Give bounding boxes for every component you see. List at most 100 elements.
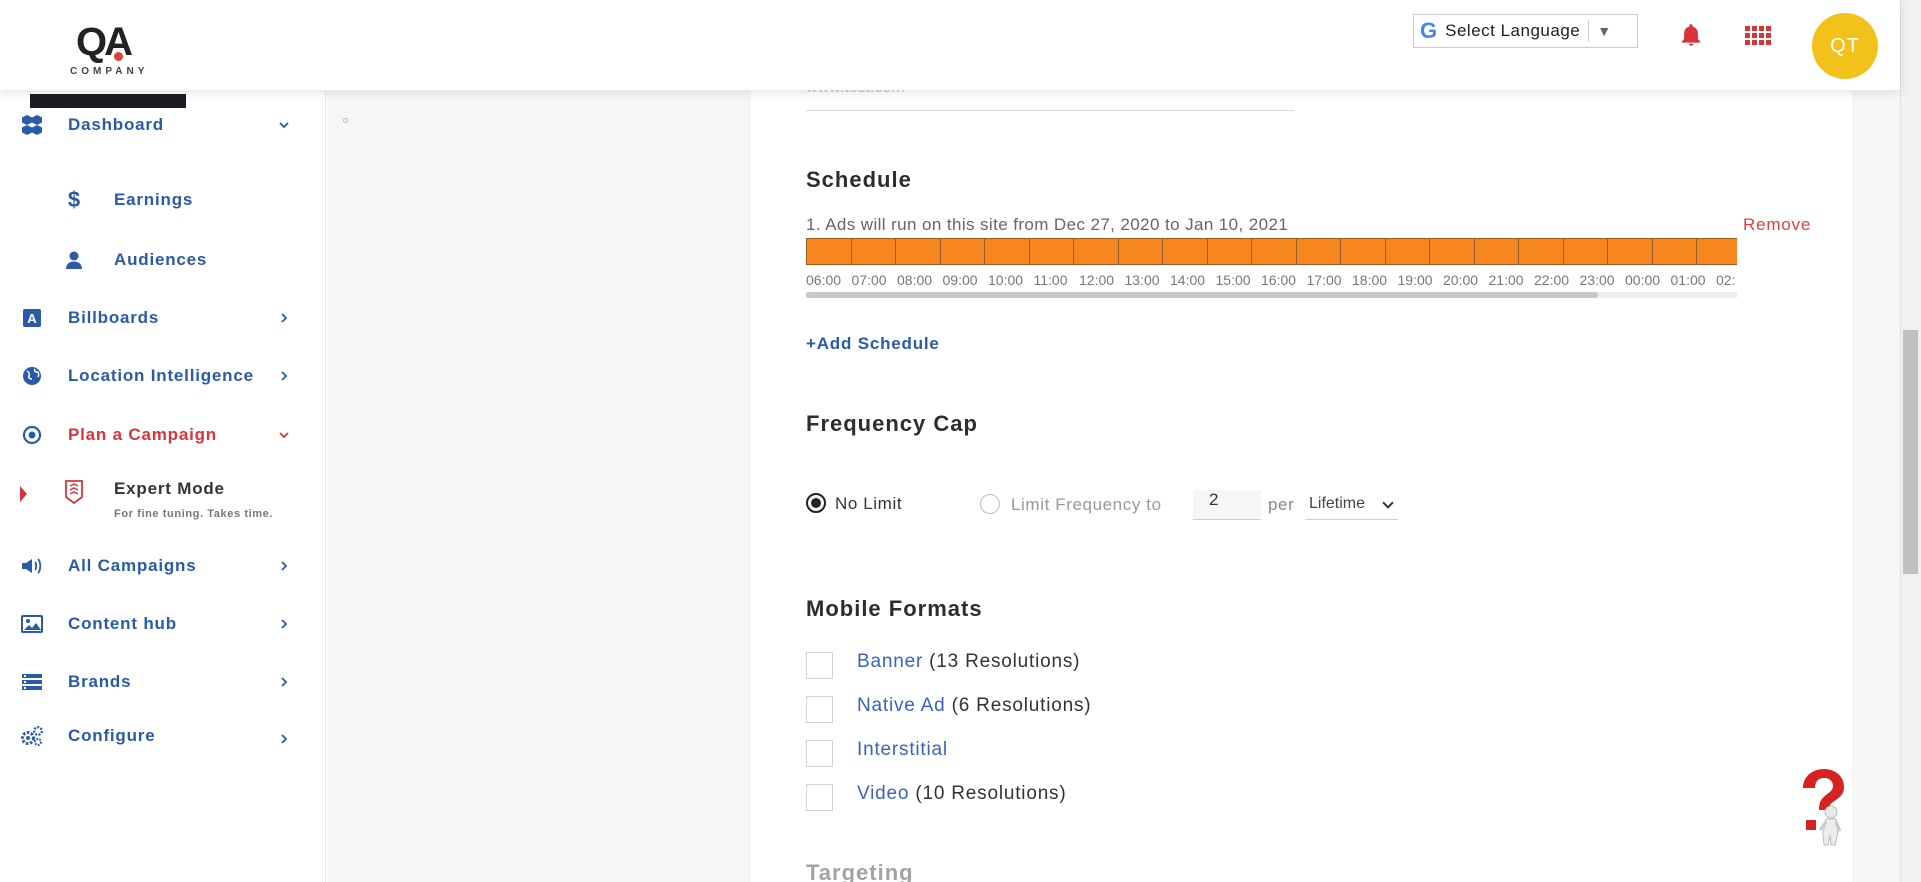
- schedule-hour-label: 11:00: [1033, 272, 1068, 288]
- no-limit-label: No Limit: [835, 494, 903, 513]
- active-indicator-arrow: [20, 486, 27, 502]
- schedule-title: Schedule: [806, 167, 912, 192]
- schedule-hour-cell[interactable]: [1028, 238, 1074, 265]
- user-avatar[interactable]: QT: [1812, 13, 1878, 79]
- interstitial-checkbox[interactable]: [806, 740, 833, 767]
- sidebar-item-dashboard[interactable]: Dashboard: [0, 105, 326, 145]
- schedule-hour-cell[interactable]: [1251, 238, 1297, 265]
- no-limit-radio[interactable]: [806, 493, 826, 513]
- remove-schedule-link[interactable]: Remove: [1743, 215, 1811, 235]
- schedule-hour-label: 22:00: [1534, 272, 1570, 288]
- billboard-a-icon: A: [20, 306, 44, 330]
- sidebar-item-label: Audiences: [114, 250, 208, 269]
- schedule-hour-cell[interactable]: [1473, 238, 1519, 265]
- schedule-hour-cell[interactable]: [1162, 238, 1208, 265]
- schedule-hour-cell[interactable]: [1117, 238, 1163, 265]
- native-ad-format-link[interactable]: Native Ad: [857, 695, 946, 716]
- schedule-hour-cell[interactable]: [984, 238, 1030, 265]
- schedule-hour-cell[interactable]: [1384, 238, 1430, 265]
- sidebar-item-label: Earnings: [114, 190, 194, 209]
- sidebar-item-content-hub[interactable]: Content hub: [0, 604, 326, 644]
- video-checkbox[interactable]: [806, 784, 833, 811]
- sidebar-item-location-intelligence[interactable]: Location Intelligence: [0, 356, 326, 396]
- schedule-hour-cell[interactable]: [806, 238, 852, 265]
- schedule-hour-label: 00:00: [1625, 272, 1661, 288]
- frequency-cap-title: Frequency Cap: [806, 411, 978, 436]
- targeting-title: Targeting: [806, 860, 914, 882]
- badge-icon: [65, 480, 83, 504]
- page-scrollbar-thumb[interactable]: [1903, 330, 1918, 574]
- notification-bell-icon[interactable]: [1678, 22, 1704, 48]
- schedule-hour-label: 23:00: [1579, 272, 1615, 288]
- image-icon: [20, 612, 44, 636]
- chevron-down-icon: [279, 122, 289, 129]
- schedule-hour-label: 16:00: [1261, 272, 1297, 288]
- gears-icon: [20, 724, 44, 748]
- language-separator: [1588, 20, 1590, 42]
- person-icon: [62, 248, 86, 272]
- schedule-hour-cell[interactable]: [1562, 238, 1608, 265]
- interstitial-format-link[interactable]: Interstitial: [857, 739, 948, 760]
- schedule-hour-cell[interactable]: [1429, 238, 1475, 265]
- video-format-link[interactable]: Video: [857, 783, 909, 804]
- schedule-hour-cell[interactable]: [895, 238, 941, 265]
- limit-frequency-radio[interactable]: [980, 494, 1000, 514]
- sidebar-item-audiences[interactable]: Audiences: [0, 240, 326, 280]
- schedule-hour-cell[interactable]: [1340, 238, 1386, 265]
- native-ad-format-label: Native Ad (6 Resolutions): [857, 695, 1091, 717]
- limit-frequency-label: Limit Frequency to: [1011, 495, 1162, 514]
- sidebar-item-all-campaigns[interactable]: All Campaigns: [0, 546, 326, 586]
- schedule-hour-cell[interactable]: [1073, 238, 1119, 265]
- chevron-right-icon: [281, 561, 288, 571]
- sidebar-item-earnings[interactable]: $ Earnings: [0, 180, 326, 220]
- sidebar-item-plan-a-campaign[interactable]: Plan a Campaign: [0, 415, 326, 455]
- sidebar-item-configure[interactable]: Configure: [0, 716, 326, 756]
- sidebar-item-label: Dashboard: [68, 115, 164, 134]
- sidebar-item-label: Expert Mode: [114, 479, 225, 498]
- language-select-label: Select Language: [1445, 21, 1581, 40]
- timeline-scrollbar-thumb[interactable]: [806, 292, 1598, 298]
- help-question-figure-icon[interactable]: [1793, 766, 1849, 846]
- sidebar-item-label: All Campaigns: [68, 556, 197, 575]
- banner-checkbox[interactable]: [806, 652, 833, 679]
- schedule-hour-cell[interactable]: [1518, 238, 1564, 265]
- target-icon: [20, 423, 44, 447]
- banner-format-label: Banner (13 Resolutions): [857, 651, 1080, 673]
- schedule-hour-label: 07:00: [851, 272, 887, 288]
- megaphone-icon: [20, 554, 44, 578]
- frequency-period-select[interactable]: Lifetime: [1305, 490, 1398, 520]
- sidebar-item-label: Brands: [68, 672, 132, 691]
- sidebar-item-brands[interactable]: Brands: [0, 662, 326, 702]
- pagination-dot[interactable]: [343, 118, 348, 123]
- schedule-hour-label: 19:00: [1397, 272, 1433, 288]
- banner-format-link[interactable]: Banner: [857, 651, 923, 672]
- company-logo[interactable]: QA COMPANY: [30, 14, 186, 108]
- banner-resolutions: (13 Resolutions): [923, 651, 1081, 672]
- interstitial-format-label: Interstitial: [857, 739, 948, 761]
- schedule-hour-cell[interactable]: [850, 238, 896, 265]
- native-ad-checkbox[interactable]: [806, 696, 833, 723]
- chevron-right-icon: [281, 371, 288, 381]
- schedule-hour-label: 12:00: [1079, 272, 1115, 288]
- schedule-hour-cell[interactable]: [1696, 238, 1737, 265]
- schedule-hour-bar: [806, 238, 1737, 265]
- chevron-down-icon: [1382, 497, 1394, 509]
- schedule-timeline: 06:00 07:00 08:00 09:00 10:00 11:00 12:00 13:00…: [806, 238, 1737, 298]
- schedule-hour-label: 20:00: [1443, 272, 1479, 288]
- apps-grid-icon[interactable]: [1745, 26, 1771, 46]
- schedule-hour-cell[interactable]: [939, 238, 985, 265]
- schedule-hour-label: 15:00: [1215, 272, 1251, 288]
- sidebar-item-billboards[interactable]: A Billboards: [0, 298, 326, 338]
- logo-strip: [30, 94, 186, 108]
- sidebar-item-sublabel: For fine tuning. Takes time.: [114, 508, 273, 520]
- schedule-hour-cell[interactable]: [1295, 238, 1341, 265]
- add-schedule-button[interactable]: +Add Schedule: [806, 334, 940, 354]
- schedule-hour-cell[interactable]: [1206, 238, 1252, 265]
- schedule-hour-label: 09:00: [942, 272, 978, 288]
- schedule-hour-label: 18:00: [1352, 272, 1388, 288]
- chevron-down-icon: ▼: [1597, 23, 1612, 39]
- language-select[interactable]: G Select Language ▼: [1413, 14, 1638, 48]
- frequency-limit-input[interactable]: 2: [1193, 490, 1261, 520]
- schedule-hour-cell[interactable]: [1607, 238, 1653, 265]
- schedule-hour-cell[interactable]: [1651, 238, 1697, 265]
